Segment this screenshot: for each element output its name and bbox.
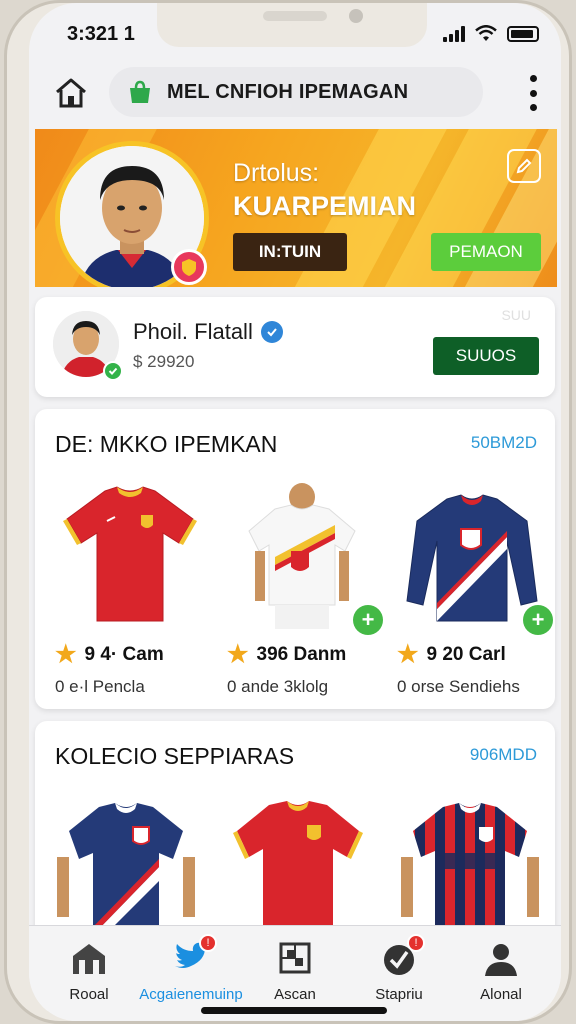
shopping-bag-icon: [130, 80, 150, 103]
notch: [157, 3, 427, 47]
online-check-icon: [103, 361, 123, 381]
top-bar: MEL CNFIOH IPEMAGAN: [29, 65, 561, 121]
status-icons: [443, 25, 539, 43]
profile-icon: [481, 938, 521, 978]
home-button[interactable]: [49, 71, 93, 115]
section-title: DE: MKKO IPEMKAN: [55, 431, 278, 457]
product-rating: ★ 9 4· Cam: [55, 643, 205, 667]
jersey-white-image: +: [227, 481, 383, 635]
product-card[interactable]: + ★ 396 Danm 0 ande 3klolg: [227, 481, 383, 697]
profile-name: Phoil. Flatall: [133, 319, 253, 344]
faint-tag: SUU: [501, 307, 531, 323]
home-icon: [69, 938, 109, 978]
signal-icon: [443, 26, 465, 42]
notification-badge: !: [199, 934, 217, 952]
tab-label: Ascan: [274, 986, 316, 1003]
wifi-icon: [475, 25, 497, 41]
profile-balance: $ 29920: [133, 352, 195, 371]
tab-label: Alonal: [480, 986, 522, 1003]
rating-text: 9 4· Cam: [84, 644, 164, 665]
tab-label: Acgaienemuinp: [139, 986, 243, 1003]
scan-icon: [275, 938, 315, 978]
product-rating: ★ 9 20 Carl: [397, 643, 547, 667]
section-title: KOLECIO SEPPIARAS: [55, 743, 295, 769]
star-icon: ★: [397, 641, 419, 668]
star-icon: ★: [55, 641, 77, 668]
camera: [349, 9, 363, 23]
club-badge-icon: [171, 249, 207, 285]
profile-name-row: Phoil. Flatall: [133, 319, 283, 345]
hero-secondary-button[interactable]: PEMAON: [431, 233, 541, 271]
product-subtitle: 0 ande 3klolg: [227, 677, 329, 696]
notification-badge: !: [407, 934, 425, 952]
speaker: [263, 11, 327, 21]
product-rating: ★ 396 Danm: [227, 643, 377, 667]
hero-primary-button[interactable]: IN:TUIN: [233, 233, 347, 271]
address-bar[interactable]: MEL CNFIOH IPEMAGAN: [109, 67, 483, 117]
check-icon: !: [379, 934, 425, 978]
tab-home[interactable]: Rooal: [37, 938, 141, 1003]
section-link[interactable]: 906MDD: [470, 745, 537, 765]
profile-card[interactable]: Phoil. Flatall $ 29920 SUU SUUOS: [35, 297, 555, 397]
profile-action-button[interactable]: SUUOS: [433, 337, 539, 375]
status-time: 3:321 1: [67, 23, 135, 45]
phone-frame: 3:321 1 MEL CNFIOH IPEMAGAN Drtolus: KUA…: [4, 0, 572, 1024]
jersey-navy-image: +: [397, 481, 553, 635]
product-card[interactable]: + ★ 9 20 Carl 0 orse Sendiehs: [397, 481, 553, 697]
tab-label: Rooal: [69, 986, 109, 1003]
home-icon: [56, 78, 86, 108]
product-subtitle: 0 orse Sendiehs: [397, 677, 520, 696]
product-subtitle: 0 e·l Pencla: [55, 677, 145, 696]
rating-text: 9 20 Carl: [426, 644, 506, 665]
battery-icon: [507, 26, 539, 42]
hero-banner: Drtolus: KUARPEMIAN IN:TUIN PEMAON: [35, 129, 557, 287]
star-icon: ★: [227, 641, 249, 668]
tab-community[interactable]: ! Acgaienemuinp: [139, 934, 243, 1003]
tab-status[interactable]: ! Stapriu: [347, 934, 451, 1003]
tab-scan[interactable]: Ascan: [243, 938, 347, 1003]
product-card[interactable]: ★ 9 4· Cam 0 e·l Pencla: [55, 481, 205, 697]
add-to-cart-button[interactable]: +: [523, 605, 553, 635]
rating-text: 396 Danm: [256, 644, 347, 665]
section-link[interactable]: 50BM2D: [471, 433, 537, 453]
featured-section: DE: MKKO IPEMKAN 50BM2D ★ 9 4· Cam 0 e·l…: [35, 409, 555, 709]
verified-icon: [260, 321, 283, 343]
hero-label: Drtolus:: [233, 159, 320, 187]
add-to-cart-button[interactable]: +: [353, 605, 383, 635]
bird-icon: !: [171, 934, 217, 978]
tab-profile[interactable]: Alonal: [449, 938, 553, 1003]
tab-label: Stapriu: [375, 986, 423, 1003]
hero-name: KUARPEMIAN: [233, 191, 417, 221]
screen: 3:321 1 MEL CNFIOH IPEMAGAN Drtolus: KUA…: [29, 3, 561, 1021]
more-menu-icon[interactable]: [523, 75, 543, 111]
edit-icon[interactable]: [507, 149, 541, 183]
address-text: MEL CNFIOH IPEMAGAN: [167, 80, 409, 103]
jersey-red-image: [55, 481, 205, 631]
home-indicator: [201, 1007, 387, 1014]
